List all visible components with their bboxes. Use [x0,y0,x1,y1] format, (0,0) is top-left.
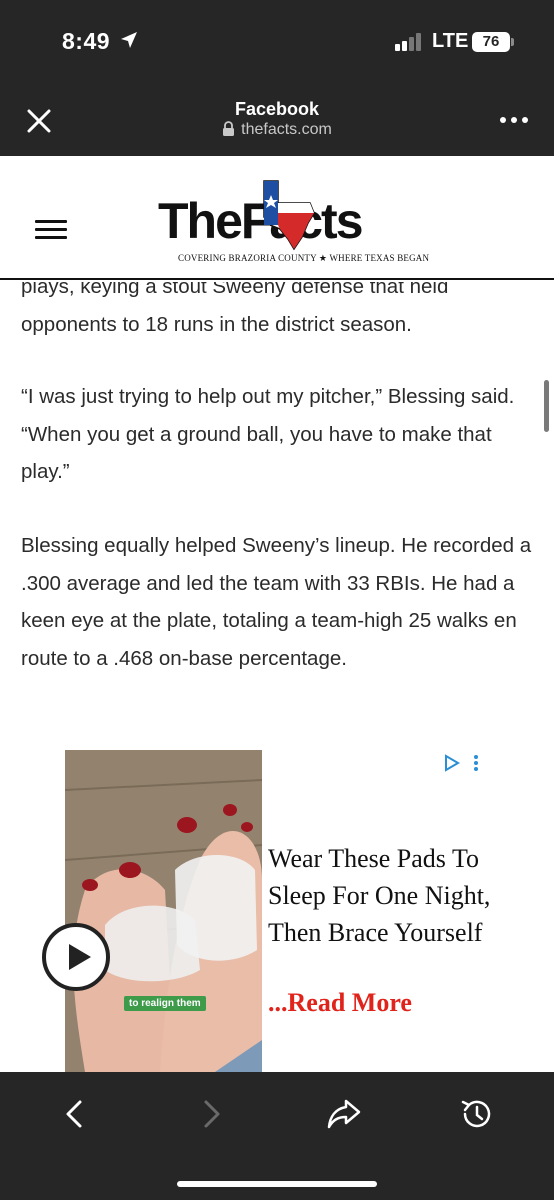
battery-level: 76 [472,32,510,52]
texas-flag-icon [263,180,315,251]
status-time: 8:49 [62,28,111,54]
home-indicator[interactable] [177,1181,377,1187]
site-logo[interactable]: TheFacts COVERING BRAZORIA COUNTY ★ WHER… [158,176,458,268]
ad-image [65,750,262,1072]
article-paragraph: Blessing equally helped Sweeny’s lineup.… [21,534,532,670]
signal-icon [395,33,421,51]
article-body: plays, keying a stout Sweeny defense tha… [0,282,554,1072]
scrollbar[interactable] [544,380,549,432]
logo-tagline: COVERING BRAZORIA COUNTY ★ WHERE TEXAS B… [178,253,430,263]
browser-title: Facebook [234,99,320,119]
ad-read-more-link[interactable]: ...Read More [268,988,412,1018]
more-dots-icon[interactable] [498,110,532,130]
history-icon[interactable] [459,1096,495,1132]
sponsored-ad[interactable]: to realign them Wear These Pads To Sleep… [42,750,498,1072]
ad-headline[interactable]: Wear These Pads To Sleep For One Night, … [268,840,498,951]
lock-icon [223,121,235,136]
browser-chrome: 8:49 LTE 76 Facebook thefacts.com [0,0,554,156]
site-header: TheFacts COVERING BRAZORIA COUNTY ★ WHER… [0,156,554,280]
adchoices-icon[interactable] [443,753,483,773]
network-type: LTE [432,30,469,52]
back-icon[interactable] [57,1096,93,1132]
ad-caption: to realign them [124,996,206,1011]
location-arrow-icon [121,32,137,48]
forward-icon[interactable] [193,1096,229,1132]
battery-tip [511,38,514,46]
article-paragraph: plays, keying a stout Sweeny defense tha… [21,282,449,336]
hamburger-icon[interactable] [35,220,67,240]
url-text: thefacts.com [241,121,332,138]
play-icon[interactable] [41,922,111,992]
share-icon[interactable] [326,1096,362,1132]
browser-url[interactable]: thefacts.com [0,121,554,139]
article-paragraph: “I was just trying to help out my pitche… [21,385,515,483]
